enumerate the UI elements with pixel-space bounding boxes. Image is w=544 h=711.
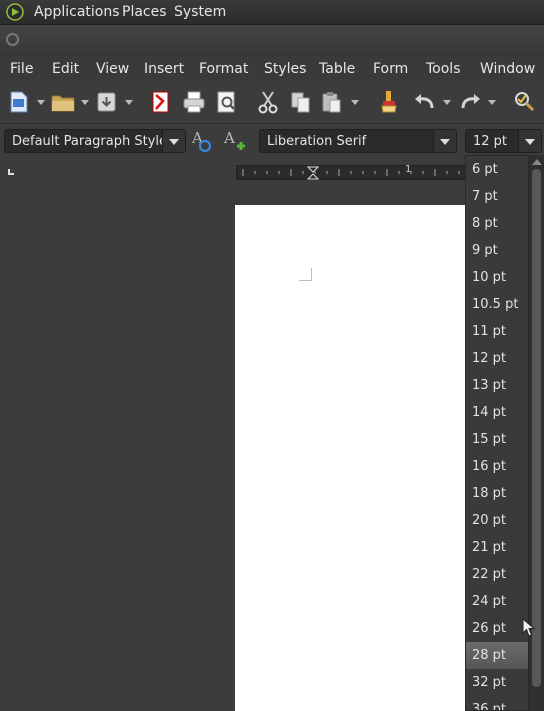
font-size-option[interactable]: 18 pt [466, 480, 528, 507]
font-size-option[interactable]: 21 pt [466, 534, 528, 561]
panel-menu-applications[interactable]: Applications [34, 4, 120, 20]
font-name-dropdown-button[interactable] [433, 130, 456, 152]
font-size-option[interactable]: 24 pt [466, 588, 528, 615]
indent-marker-icon[interactable] [307, 166, 319, 180]
new-style-icon[interactable]: A [222, 128, 248, 154]
redo-caret-icon[interactable] [488, 100, 496, 105]
font-size-option[interactable]: 26 pt [466, 615, 528, 642]
print-preview-icon[interactable] [216, 89, 238, 115]
font-size-option[interactable]: 32 pt [466, 669, 528, 696]
font-name-combo[interactable]: Liberation Serif [259, 129, 457, 153]
font-size-option[interactable]: 28 pt [466, 642, 528, 669]
spelling-icon[interactable] [511, 89, 537, 115]
horizontal-ruler[interactable]: 1 [236, 164, 468, 180]
export-pdf-icon[interactable] [151, 89, 171, 115]
update-style-icon[interactable]: A [190, 128, 216, 154]
redo-icon[interactable] [458, 89, 482, 115]
top-panel: Applications Places System [0, 0, 544, 25]
open-folder-caret-icon[interactable] [81, 100, 89, 105]
font-size-option[interactable]: 10 pt [466, 264, 528, 291]
font-size-option[interactable]: 16 pt [466, 453, 528, 480]
cut-icon[interactable] [257, 89, 279, 115]
font-size-list[interactable]: 6 pt 7 pt 8 pt 9 pt 10 pt 10.5 pt 11 pt 12 pt 13… [465, 155, 529, 711]
font-size-option[interactable]: 7 pt [466, 183, 528, 210]
undo-icon[interactable] [413, 89, 437, 115]
font-size-option[interactable]: 10.5 pt [466, 291, 528, 318]
ruler-label: 1 [405, 164, 412, 175]
font-size-option[interactable]: 20 pt [466, 507, 528, 534]
tab-stop-selector-icon[interactable] [8, 169, 14, 175]
font-name-value: Liberation Serif [267, 134, 367, 149]
font-size-dropdown-button[interactable] [518, 130, 541, 152]
menu-window[interactable]: Window [480, 61, 535, 77]
menu-edit[interactable]: Edit [52, 61, 79, 77]
scrollbar-thumb[interactable] [532, 169, 541, 687]
font-size-option[interactable]: 36 pt [466, 696, 528, 710]
menu-format[interactable]: Format [199, 61, 248, 77]
print-icon[interactable] [183, 89, 205, 115]
paste-caret-icon[interactable] [351, 100, 359, 105]
ruler-row: 1 [0, 161, 544, 185]
font-size-option[interactable]: 8 pt [466, 210, 528, 237]
menu-table[interactable]: Table [319, 61, 355, 77]
window-titlebar [0, 25, 544, 56]
font-size-option[interactable]: 9 pt [466, 237, 528, 264]
paragraph-style-dropdown-button[interactable] [162, 130, 185, 152]
formatting-toolbar: Default Paragraph Style A A Liberation S… [0, 124, 544, 161]
font-size-option[interactable]: 14 pt [466, 399, 528, 426]
new-document-caret-icon[interactable] [37, 100, 45, 105]
save-icon[interactable] [97, 89, 117, 115]
save-caret-icon[interactable] [125, 100, 133, 105]
clone-formatting-icon[interactable] [378, 89, 400, 115]
text-boundary-corner [299, 268, 312, 281]
paste-icon[interactable] [321, 89, 343, 115]
undo-caret-icon[interactable] [443, 100, 451, 105]
menu-file[interactable]: File [10, 61, 33, 77]
font-size-option[interactable]: 15 pt [466, 426, 528, 453]
gnome-foot-icon[interactable] [6, 3, 24, 21]
font-size-option[interactable]: 11 pt [466, 318, 528, 345]
mouse-pointer-icon [522, 618, 536, 637]
panel-menu-system[interactable]: System [174, 4, 226, 20]
standard-toolbar [0, 83, 544, 124]
menu-styles[interactable]: Styles [264, 61, 306, 77]
window-menu-icon[interactable] [6, 33, 19, 46]
menubar: File Edit View Insert Format Styles Tabl… [0, 56, 544, 83]
font-size-option[interactable]: 12 pt [466, 345, 528, 372]
document-page[interactable] [235, 205, 475, 711]
font-size-combo[interactable]: 12 pt [465, 129, 542, 153]
svg-text:A: A [223, 129, 235, 147]
ruler-ticks [242, 169, 460, 176]
copy-icon[interactable] [290, 89, 312, 115]
panel-menu-places[interactable]: Places [122, 4, 167, 20]
font-size-option[interactable]: 6 pt [466, 156, 528, 183]
font-size-option[interactable]: 13 pt [466, 372, 528, 399]
paragraph-style-combo[interactable]: Default Paragraph Style [4, 129, 186, 153]
new-document-icon[interactable] [9, 89, 29, 115]
scroll-up-arrow-icon[interactable] [532, 159, 542, 165]
font-size-option[interactable]: 22 pt [466, 561, 528, 588]
menu-form[interactable]: Form [373, 61, 408, 77]
menu-tools[interactable]: Tools [426, 61, 461, 77]
open-folder-icon[interactable] [51, 89, 76, 115]
menu-insert[interactable]: Insert [144, 61, 184, 77]
font-size-value[interactable]: 12 pt [473, 134, 507, 149]
paragraph-style-value: Default Paragraph Style [12, 134, 168, 149]
menu-view[interactable]: View [96, 61, 129, 77]
